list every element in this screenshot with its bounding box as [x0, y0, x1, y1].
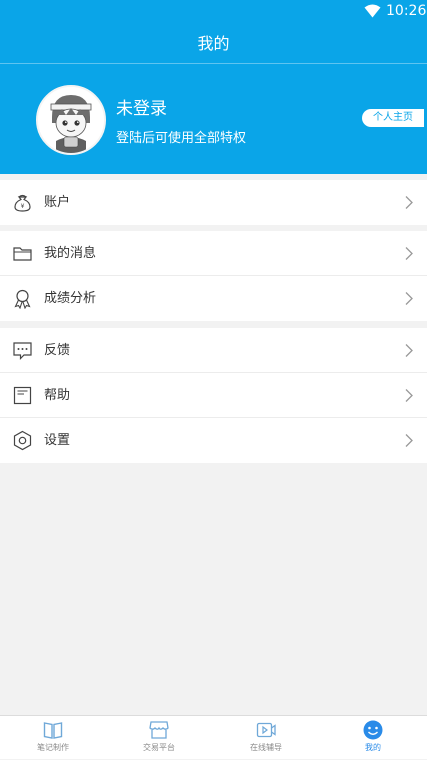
menu-item-account[interactable]: ¥ 账户: [0, 180, 427, 225]
menu-item-label: 反馈: [44, 343, 71, 358]
menu-group-support: 反馈 帮助 设置: [0, 328, 427, 463]
folder-icon: [13, 247, 32, 261]
chevron-right-icon: [405, 292, 413, 305]
menu-item-score-analysis[interactable]: 成绩分析: [0, 276, 427, 321]
page-title: 我的: [0, 24, 427, 64]
menu-item-label: 账户: [44, 195, 71, 210]
award-ribbon-icon: [14, 289, 31, 309]
menu-item-help[interactable]: 帮助: [0, 373, 427, 418]
tab-tutoring[interactable]: 在线辅导: [236, 716, 296, 760]
login-hint: 登陆后可使用全部特权: [116, 131, 247, 146]
personal-homepage-button[interactable]: 个人主页: [362, 109, 424, 127]
menu-item-feedback[interactable]: 反馈: [0, 328, 427, 373]
shop-icon: [149, 721, 169, 739]
tab-trading[interactable]: 交易平台: [129, 716, 189, 760]
settings-gear-icon: [13, 430, 32, 451]
chevron-right-icon: [405, 247, 413, 260]
tab-label: 交易平台: [143, 743, 175, 752]
menu-group-account: ¥ 账户: [0, 180, 427, 225]
tab-mine[interactable]: 我的: [343, 716, 403, 760]
chevron-right-icon: [405, 389, 413, 402]
profile-header: 未登录 登陆后可使用全部特权 个人主页: [0, 64, 427, 174]
cartoon-avatar-icon: [38, 87, 104, 153]
menu-item-label: 帮助: [44, 388, 71, 403]
status-time: 10:26: [386, 3, 427, 19]
money-bag-icon: ¥: [14, 194, 31, 212]
video-icon: [256, 722, 276, 738]
svg-text:¥: ¥: [21, 203, 25, 210]
tab-label: 笔记制作: [37, 743, 69, 752]
tab-label: 我的: [365, 743, 381, 752]
document-icon: [13, 386, 32, 405]
login-status[interactable]: 未登录: [116, 94, 167, 119]
bottom-tab-bar: 笔记制作 交易平台 在线辅导 我的: [0, 715, 427, 759]
menu-item-label: 我的消息: [44, 246, 97, 261]
menu-item-label: 设置: [44, 433, 71, 448]
wifi-icon: [364, 4, 381, 18]
book-icon: [43, 722, 63, 739]
chevron-right-icon: [405, 196, 413, 209]
chat-bubble-icon: [13, 342, 32, 360]
menu-item-label: 成绩分析: [44, 291, 97, 306]
chevron-right-icon: [405, 344, 413, 357]
tab-notes[interactable]: 笔记制作: [23, 716, 83, 760]
menu-item-messages[interactable]: 我的消息: [0, 231, 427, 276]
status-bar: 10:26: [0, 0, 427, 24]
menu-item-settings[interactable]: 设置: [0, 418, 427, 463]
tab-label: 在线辅导: [250, 743, 282, 752]
avatar[interactable]: [36, 85, 106, 155]
chevron-right-icon: [405, 434, 413, 447]
smiley-icon: [363, 720, 383, 740]
menu-group-messages: 我的消息 成绩分析: [0, 231, 427, 321]
